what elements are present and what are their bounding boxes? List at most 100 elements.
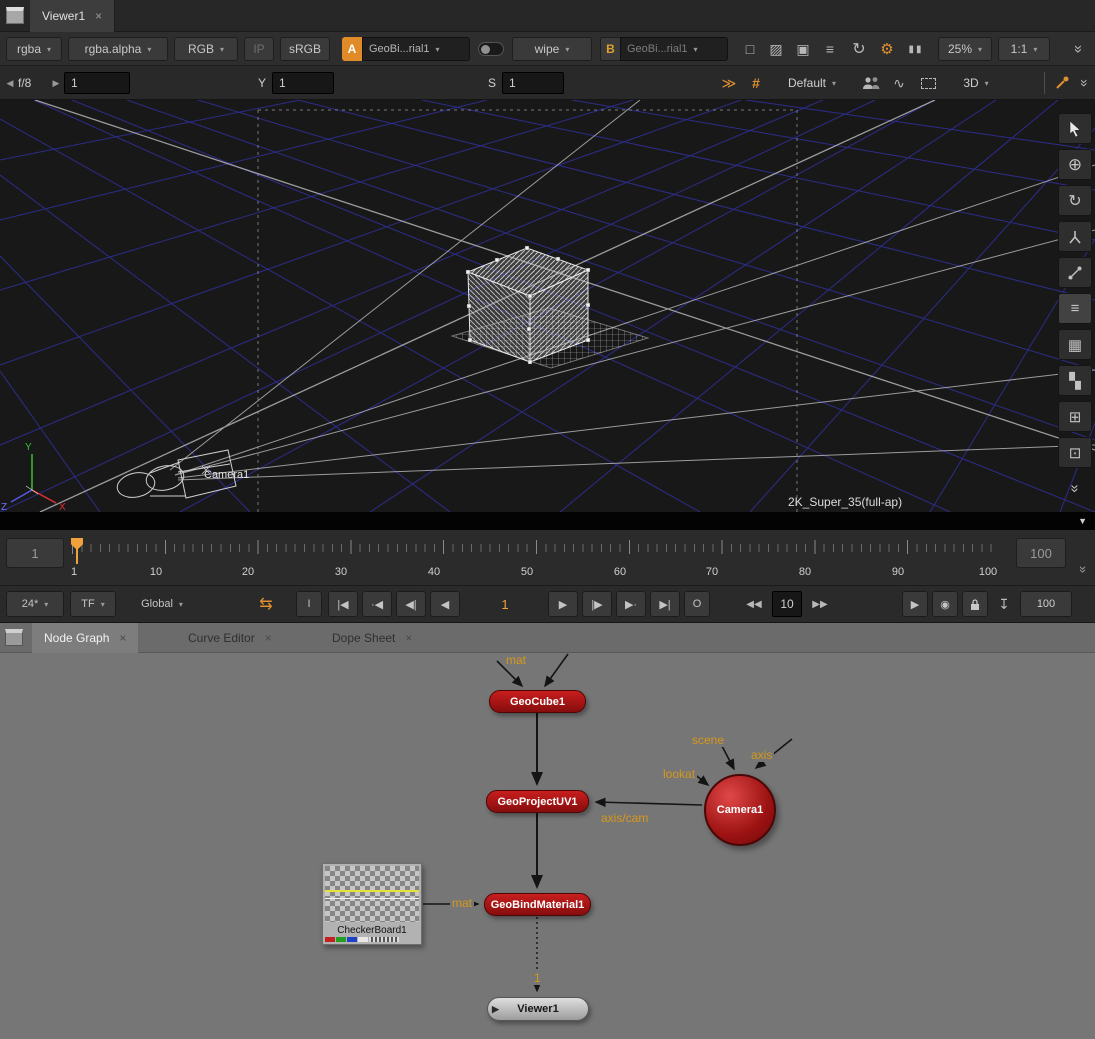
lut-dropdown[interactable]: Default [772,72,852,94]
layout-grid-button[interactable]: ▦ [1058,329,1092,360]
edge-label-mat-left: mat [450,896,474,910]
stage-light-icon[interactable]: ≫ [716,72,742,94]
refresh-icon[interactable]: ↻ [846,37,872,61]
overlay-menu-icon[interactable]: ≡ [818,37,842,61]
proxy-square-icon[interactable]: □ [738,37,762,61]
range-dropdown[interactable]: Global [122,591,202,617]
current-frame-field[interactable]: 1 [470,591,540,617]
handles-tool-button[interactable]: ≡ [1058,293,1092,324]
viewer-3d-viewport[interactable]: Camera1 Y X Z 2K_Super_35(full-ap) [0,100,1095,512]
node-geocube[interactable]: GeoCube1 [489,690,586,713]
prev-keyframe-button[interactable]: ·◀ [362,591,392,617]
saturation-input[interactable]: 1 [502,72,564,94]
cursor-tool-button[interactable] [1058,113,1092,144]
wave-icon[interactable]: ∿ [888,72,910,94]
color-sample-icon[interactable] [1050,72,1074,94]
close-icon[interactable]: × [405,631,412,645]
export-frames-icon[interactable]: ↧ [992,591,1016,617]
monitor-out-icon[interactable]: ▣ [790,37,816,61]
fstop-label[interactable]: f/8 [18,72,50,94]
next-keyframe-button[interactable]: ▶· [616,591,646,617]
playback-end-field[interactable]: 100 [1020,591,1072,617]
axis-icon [1067,229,1083,245]
input-b-dropdown[interactable]: GeoBi...rial1 [620,37,728,61]
node-checkerboard[interactable]: CheckerBoard1 [322,863,422,945]
tab-dope-sheet[interactable]: Dope Sheet × [320,623,424,653]
gamma-input[interactable]: 1 [272,72,334,94]
pixel-aspect-dropdown[interactable]: 1:1 [998,37,1050,61]
split-view-button[interactable]: ▚ [1058,365,1092,396]
alpha-channel-dropdown[interactable]: rgba.alpha [68,37,168,61]
view-mode-dropdown[interactable]: 3D [948,72,1004,94]
rotate-tool-button[interactable]: ↻ [1058,185,1092,216]
jump-step-field[interactable]: 10 [772,591,802,617]
scale-tool-button[interactable] [1058,221,1092,252]
wipe-toggle[interactable] [478,42,504,56]
connect-tool-button[interactable] [1058,257,1092,288]
wipe-mode-dropdown[interactable]: wipe [512,37,592,61]
handles-icon: ≡ [1071,300,1080,317]
grid-snap-icon[interactable]: # [746,72,766,94]
in-point-button[interactable]: I [296,591,322,617]
fstop-prev-icon[interactable]: ◀ [4,72,16,94]
flipbook-button[interactable]: ▶ [902,591,928,617]
axis-gnomon [11,454,56,503]
loop-mode-icon[interactable]: ⇆ [252,591,280,617]
cursor-icon [1067,120,1083,138]
step-back-button[interactable]: ◀| [396,591,426,617]
zoom-dropdown[interactable]: 25% [938,37,992,61]
marquee-select-icon[interactable] [918,72,938,94]
pane-menu-icon[interactable] [6,7,24,24]
gain-input[interactable]: 1 [64,72,130,94]
fstop-next-icon[interactable]: ▶ [50,72,62,94]
roi-gear-icon[interactable]: ⚙ [874,37,900,61]
input-a-dropdown[interactable]: GeoBi...rial1 [362,37,470,61]
node-geobindmaterial[interactable]: GeoBindMaterial1 [484,893,591,916]
lower-pane-menu-icon[interactable] [5,629,23,646]
timeline-major-ticks[interactable] [72,540,992,554]
jump-forward-button[interactable]: ▶▶ [806,591,834,617]
toolbar-overflow-chevron-icon[interactable]: » [1067,38,1091,60]
toolbar2-overflow-chevron-icon[interactable]: » [1074,74,1095,92]
out-point-button[interactable]: O [684,591,710,617]
viewer-tab[interactable]: Viewer1 × [30,0,115,32]
node-viewer[interactable]: ▶ Viewer1 [487,997,589,1021]
jump-back-button[interactable]: ◀◀ [740,591,768,617]
tf-dropdown[interactable]: TF [70,591,116,617]
fps-dropdown[interactable]: 24* [6,591,64,617]
tab-curve-editor[interactable]: Curve Editor × [176,623,284,653]
capture-button[interactable]: ◉ [932,591,958,617]
frame-all-button[interactable]: ⊞ [1058,401,1092,432]
tick-label: 1 [71,566,77,578]
pause-icon[interactable]: ▮▮ [902,37,930,61]
tab-node-graph[interactable]: Node Graph × [32,623,138,653]
play-forward-button[interactable]: ▶ [548,591,578,617]
viewer-lut-button[interactable]: sRGB [280,37,330,61]
tool-column-chevron-icon[interactable]: » [1060,472,1091,506]
channels-dropdown[interactable]: rgba [6,37,62,61]
viewer-node-arrow-icon: ▶ [492,1004,499,1015]
node-camera[interactable]: Camera1 [704,774,776,846]
node-geoprojectuv[interactable]: GeoProjectUV1 [486,790,589,813]
node-graph-canvas[interactable]: mat scene axis lookat axis/cam mat 1 Geo… [0,653,1095,1039]
timeline-chevron-icon[interactable]: » [1076,566,1091,573]
translate-tool-button[interactable]: ⊕ [1058,149,1092,180]
downrez-hatch-icon[interactable]: ▨ [764,37,788,61]
timeline-start-field[interactable]: 1 [6,538,64,568]
close-icon[interactable]: × [265,631,272,645]
close-icon[interactable]: × [119,631,126,645]
input-a-combo: A GeoBi...rial1 [342,37,470,61]
collapse-arrow-icon[interactable]: ▼ [1078,516,1087,526]
close-icon[interactable]: × [95,9,102,23]
play-backward-button[interactable]: ◀ [430,591,460,617]
display-mode-dropdown[interactable]: RGB [174,37,238,61]
frame-selected-button[interactable]: ⊡ [1058,437,1092,468]
lock-range-button[interactable] [962,591,988,617]
goto-start-button[interactable]: |◀ [328,591,358,617]
panel-divider[interactable]: ▼ [0,512,1095,530]
step-forward-button[interactable]: |▶ [582,591,612,617]
goto-end-button[interactable]: ▶| [650,591,680,617]
people-icon[interactable] [858,72,884,94]
timeline-end-field[interactable]: 100 [1016,538,1066,568]
input-process-button[interactable]: IP [244,37,274,61]
